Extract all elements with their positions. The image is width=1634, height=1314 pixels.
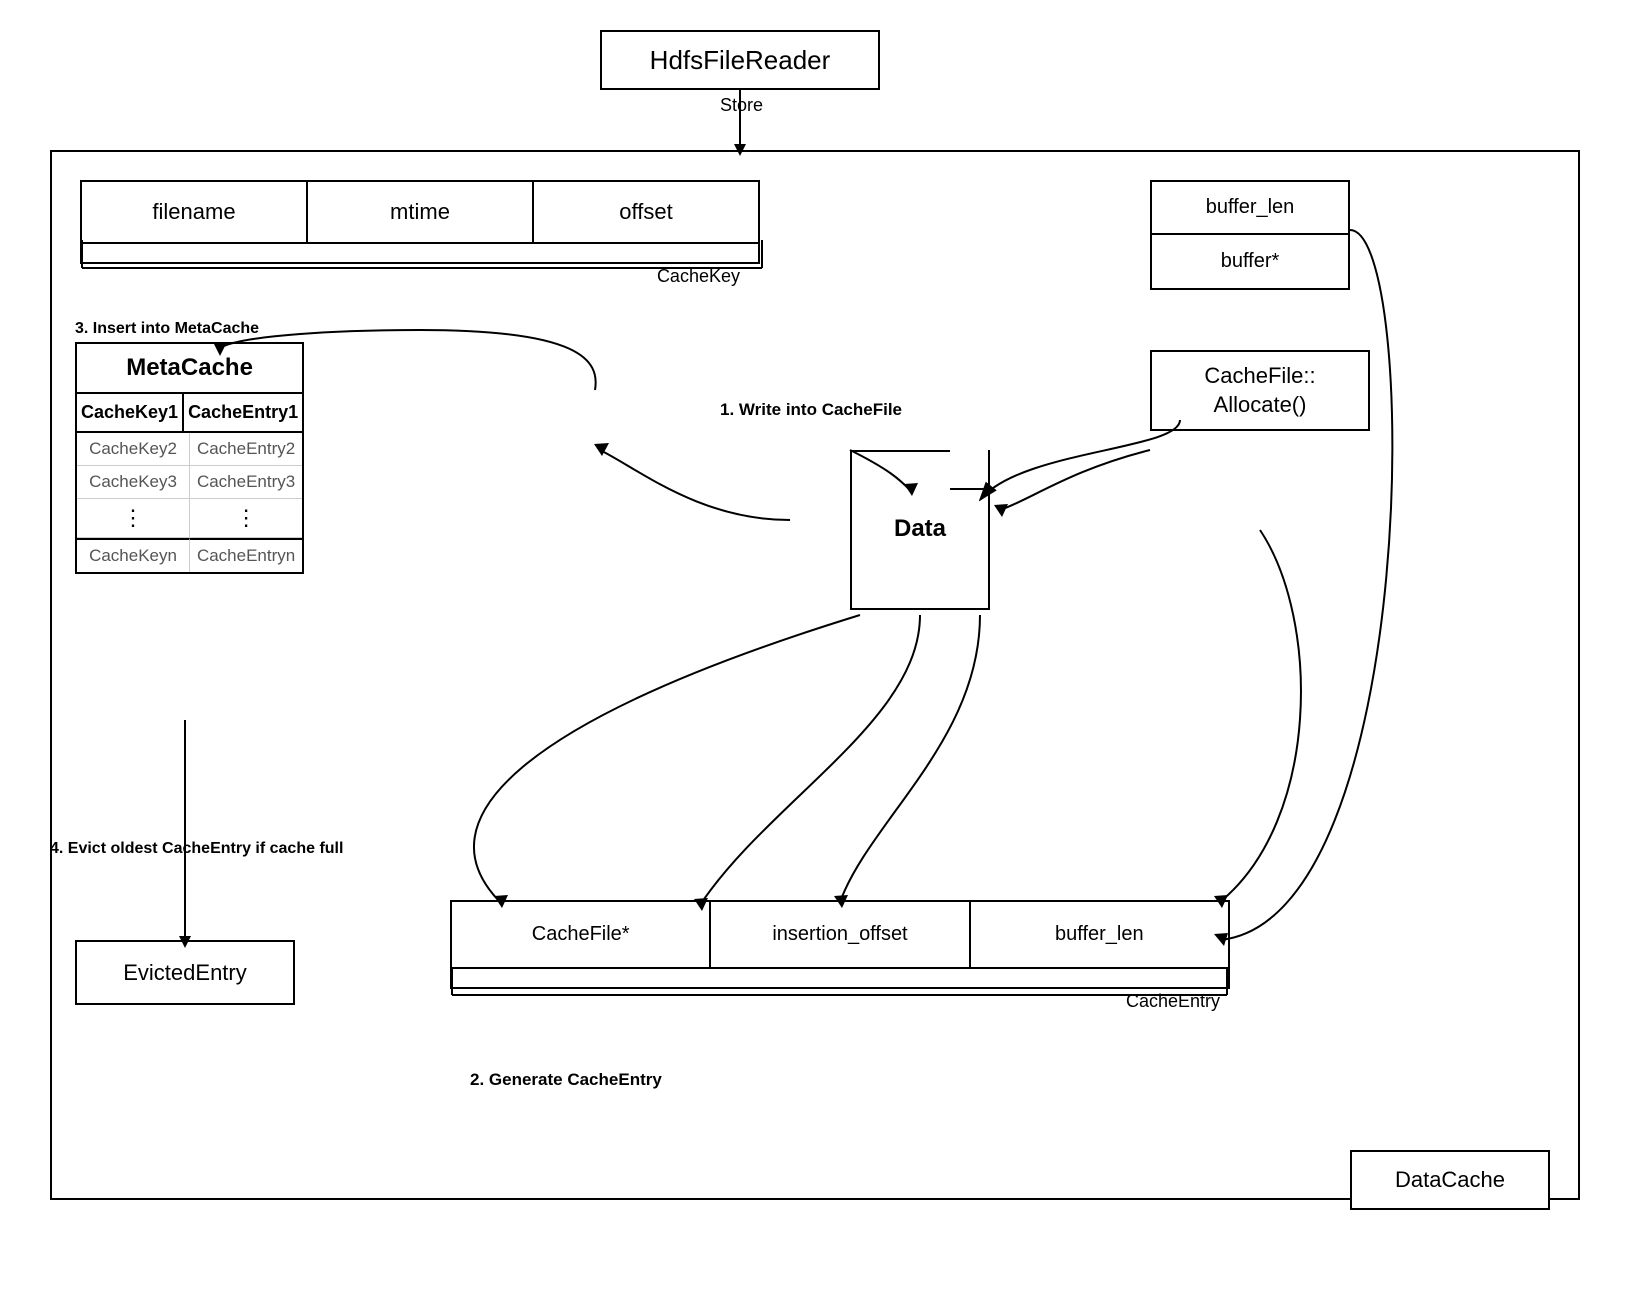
cachefile-allocate-box: CacheFile::Allocate() (1150, 350, 1370, 431)
datacache-label: DataCache (1395, 1167, 1505, 1193)
cachekey2: CacheKey2 (77, 433, 190, 465)
cache-key-container: filename mtime offset CacheKey (80, 180, 760, 287)
evicted-label: EvictedEntry (123, 960, 247, 986)
metacache-header-row: CacheKey1 CacheEntry1 (77, 394, 302, 433)
evicted-entry-box: EvictedEntry (75, 940, 295, 1005)
hdfs-filereader-box: HdfsFileReader (600, 30, 880, 90)
buffer-ptr-box: buffer* (1150, 235, 1350, 290)
cache-entry-container: CacheFile* insertion_offset buffer_len C… (450, 900, 1230, 1012)
buffer-len-box: buffer_len (1150, 180, 1350, 235)
data-file-icon: Data (850, 450, 990, 610)
main-rectangle (50, 150, 1580, 1200)
cache-key-label: CacheKey (80, 266, 760, 287)
insertion-offset: insertion_offset (711, 902, 970, 967)
metacache-wrapper: 3. Insert into MetaCache MetaCache Cache… (75, 320, 304, 574)
filename-field: filename (82, 182, 308, 242)
datacache-box: DataCache (1350, 1150, 1550, 1210)
metacache-box: MetaCache CacheKey1 CacheEntry1 CacheKey… (75, 342, 304, 574)
col1-header: CacheKey1 (77, 394, 184, 431)
cachekey3: CacheKey3 (77, 466, 190, 498)
data-file-fold (950, 450, 990, 490)
store-label: Store (720, 95, 763, 116)
cache-key-fields: filename mtime offset (80, 180, 760, 244)
cache-key-bracket (80, 244, 760, 264)
metacache-title: MetaCache (77, 344, 302, 394)
mtime-field: mtime (308, 182, 534, 242)
cacheentry2: CacheEntry2 (190, 433, 302, 465)
generate-label: 2. Generate CacheEntry (470, 1070, 662, 1090)
ce-buffer-len: buffer_len (971, 902, 1228, 967)
metacache-row-2: CacheKey2 CacheEntry2 (77, 433, 302, 466)
offset-field: offset (534, 182, 758, 242)
insert-meta-label: 3. Insert into MetaCache (75, 320, 304, 338)
diagram-container: HdfsFileReader Store filename mtime offs… (20, 20, 1610, 1290)
cache-entry-bracket (450, 969, 1230, 989)
metacache-dots: ⋮ ⋮ (77, 499, 302, 538)
cachefile-ptr: CacheFile* (452, 902, 711, 967)
cachefile-alloc-label: CacheFile::Allocate() (1204, 363, 1315, 417)
metacache-row-3: CacheKey3 CacheEntry3 (77, 466, 302, 499)
data-file-label: Data (850, 515, 990, 543)
cache-entry-label: CacheEntry (450, 991, 1230, 1012)
write-into-label: 1. Write into CacheFile (720, 400, 902, 420)
evict-label: 4. Evict oldest CacheEntry if cache full (50, 840, 343, 858)
cacheentry3: CacheEntry3 (190, 466, 302, 498)
hdfs-label: HdfsFileReader (650, 45, 831, 76)
cache-entry-fields: CacheFile* insertion_offset buffer_len (450, 900, 1230, 969)
metacache-last-row: CacheKeyn CacheEntryn (77, 538, 302, 572)
dots-col2: ⋮ (190, 499, 302, 537)
col2-header: CacheEntry1 (184, 394, 302, 431)
dots-col1: ⋮ (77, 499, 190, 537)
cachekeyn: CacheKeyn (77, 538, 190, 572)
buffer-container: buffer_len buffer* (1150, 180, 1350, 290)
cacheentryn: CacheEntryn (190, 538, 302, 572)
